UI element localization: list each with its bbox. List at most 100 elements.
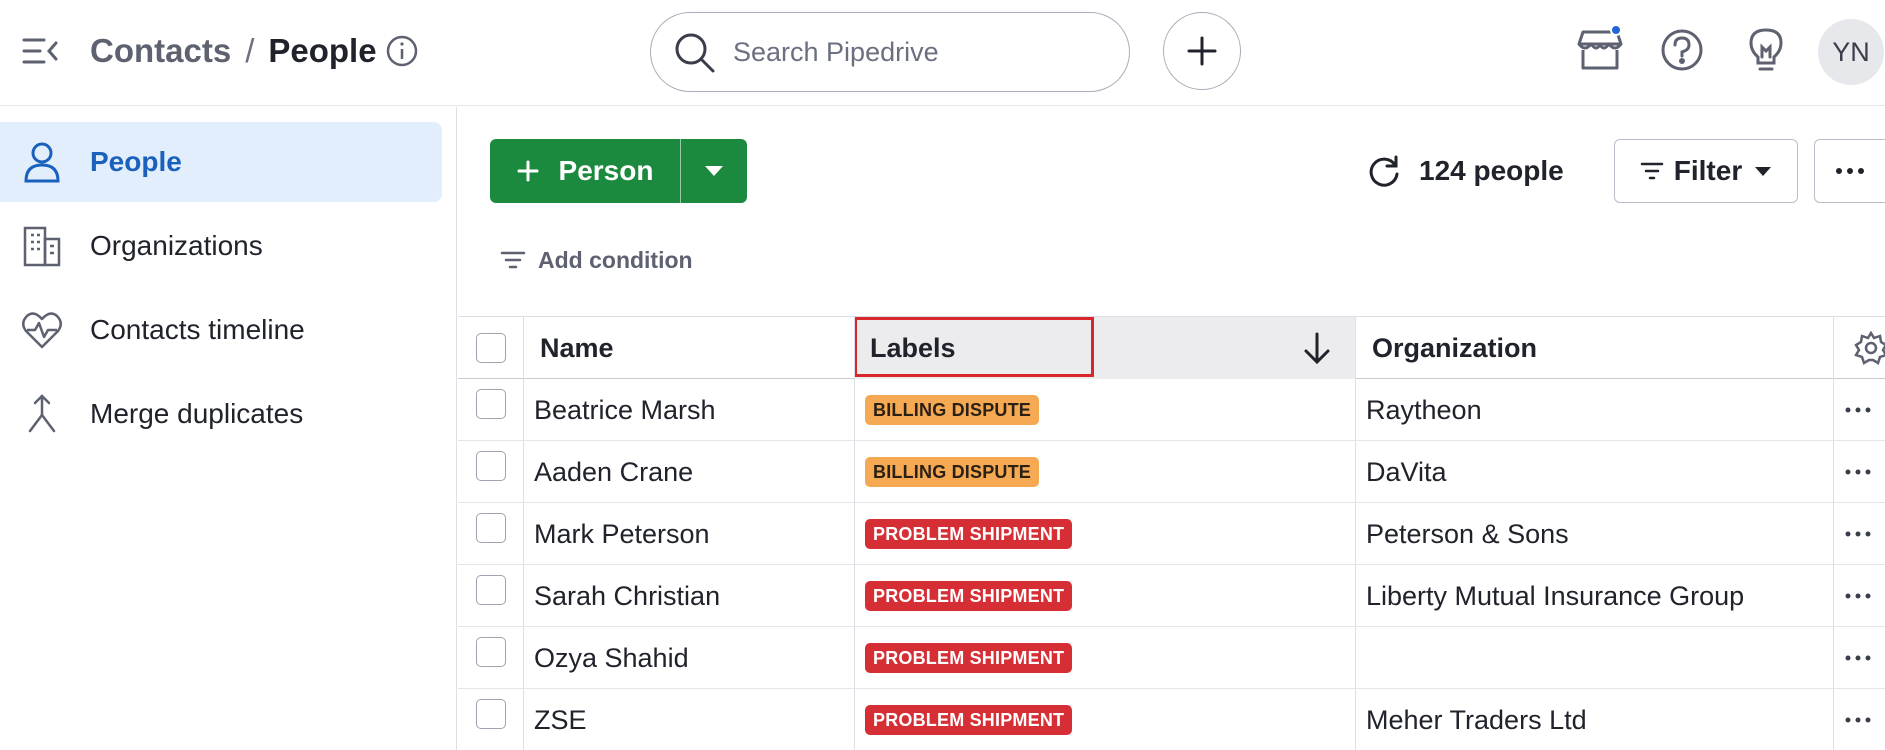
row-ellipsis-icon[interactable] bbox=[1840, 703, 1876, 737]
label-cell: BILLING DISPUTE bbox=[865, 379, 1040, 441]
filter-icon bbox=[500, 250, 526, 270]
info-icon[interactable] bbox=[385, 34, 419, 68]
sidebar-item-contacts-timeline[interactable]: Contacts timeline bbox=[0, 290, 442, 370]
row-ellipsis-icon[interactable] bbox=[1840, 455, 1876, 489]
caret-down-icon bbox=[1754, 166, 1772, 177]
person-name-link[interactable]: Ozya Shahid bbox=[534, 627, 689, 689]
add-person-dropdown-button[interactable] bbox=[681, 139, 747, 203]
plus-icon bbox=[1187, 36, 1217, 66]
sort-descending-icon[interactable] bbox=[1301, 331, 1333, 365]
row-checkbox[interactable] bbox=[476, 637, 506, 667]
label-cell: BILLING DISPUTE bbox=[865, 441, 1040, 503]
top-bar: Contacts / People Search Pipedrive YN bbox=[0, 0, 1885, 106]
merge-icon bbox=[20, 392, 64, 436]
row-checkbox[interactable] bbox=[476, 575, 506, 605]
organization-link[interactable]: Liberty Mutual Insurance Group bbox=[1366, 565, 1744, 627]
organization-link[interactable]: Peterson & Sons bbox=[1366, 503, 1569, 565]
row-ellipsis-icon[interactable] bbox=[1840, 517, 1876, 551]
person-name-link[interactable]: Mark Peterson bbox=[534, 503, 710, 565]
row-checkbox[interactable] bbox=[476, 451, 506, 481]
person-name-link[interactable]: Beatrice Marsh bbox=[534, 379, 716, 441]
search-input[interactable] bbox=[733, 36, 1093, 68]
people-table: Name Labels Organization Beatrice Marsh B… bbox=[458, 316, 1885, 750]
help-button[interactable] bbox=[1654, 22, 1710, 78]
marketplace-button[interactable] bbox=[1572, 22, 1628, 78]
table-row[interactable]: Mark Peterson PROBLEM SHIPMENT Peterson & … bbox=[458, 503, 1885, 565]
table-row[interactable]: Ozya Shahid PROBLEM SHIPMENT bbox=[458, 627, 1885, 689]
person-name-link[interactable]: Aaden Crane bbox=[534, 441, 693, 503]
label-badge: PROBLEM SHIPMENT bbox=[865, 519, 1073, 549]
notification-dot bbox=[1610, 24, 1622, 36]
label-cell: PROBLEM SHIPMENT bbox=[865, 565, 1073, 627]
organization-link[interactable]: DaVita bbox=[1366, 441, 1447, 503]
add-condition-label: Add condition bbox=[538, 246, 693, 273]
table-row[interactable]: ZSE PROBLEM SHIPMENT Meher Traders Ltd bbox=[458, 689, 1885, 750]
organization-link[interactable]: Raytheon bbox=[1366, 379, 1482, 441]
add-person-button-group: Person bbox=[490, 139, 747, 203]
gear-icon[interactable] bbox=[1854, 331, 1885, 365]
tips-button[interactable] bbox=[1738, 22, 1794, 78]
search-box bbox=[650, 12, 1130, 92]
person-name-link[interactable]: ZSE bbox=[534, 689, 587, 750]
label-badge: BILLING DISPUTE bbox=[865, 395, 1040, 425]
heart-pulse-icon bbox=[20, 308, 64, 352]
sidebar-item-label: Contacts timeline bbox=[90, 314, 305, 345]
table-row[interactable]: Sarah Christian PROBLEM SHIPMENT Liberty M… bbox=[458, 565, 1885, 627]
row-checkbox[interactable] bbox=[476, 513, 506, 543]
refresh-icon[interactable] bbox=[1367, 154, 1401, 188]
table-row[interactable]: Aaden Crane BILLING DISPUTE DaVita bbox=[458, 441, 1885, 503]
row-checkbox[interactable] bbox=[476, 699, 506, 729]
search-icon bbox=[671, 29, 717, 75]
sidebar-item-label: Merge duplicates bbox=[90, 398, 304, 429]
label-badge: BILLING DISPUTE bbox=[865, 457, 1040, 487]
breadcrumb-separator: / bbox=[245, 32, 255, 69]
plus-icon bbox=[517, 160, 539, 182]
organization-link[interactable]: Meher Traders Ltd bbox=[1366, 689, 1587, 750]
avatar[interactable]: YN bbox=[1818, 19, 1884, 85]
people-count: 124 people bbox=[1367, 148, 1564, 194]
column-header-label: Organization bbox=[1372, 332, 1538, 363]
lightbulb-icon bbox=[1749, 28, 1783, 71]
sidebar: People Organizations Contacts timeline M… bbox=[0, 107, 457, 750]
column-header-organization[interactable]: Organization bbox=[1372, 317, 1822, 379]
label-badge: PROBLEM SHIPMENT bbox=[865, 643, 1073, 673]
page-title: People bbox=[268, 32, 377, 69]
add-person-label: Person bbox=[558, 155, 654, 186]
breadcrumb-contacts-link[interactable]: Contacts bbox=[90, 32, 231, 70]
breadcrumb: Contacts / People bbox=[90, 28, 419, 74]
label-badge: PROBLEM SHIPMENT bbox=[865, 581, 1073, 611]
select-all-checkbox[interactable] bbox=[476, 333, 506, 363]
sidebar-item-label: People bbox=[90, 146, 182, 177]
person-name-link[interactable]: Sarah Christian bbox=[534, 565, 720, 627]
table-row[interactable]: Beatrice Marsh BILLING DISPUTE Raytheon bbox=[458, 379, 1885, 441]
people-count-label: 124 people bbox=[1419, 155, 1564, 186]
sidebar-item-people[interactable]: People bbox=[0, 122, 442, 202]
add-person-button[interactable]: Person bbox=[490, 139, 681, 203]
caret-down-icon bbox=[705, 166, 723, 176]
row-checkbox[interactable] bbox=[476, 389, 506, 419]
more-actions-button[interactable] bbox=[1814, 139, 1885, 203]
filter-button[interactable]: Filter bbox=[1614, 139, 1798, 203]
quick-add-button[interactable] bbox=[1163, 12, 1241, 90]
column-header-label: Name bbox=[540, 332, 614, 363]
label-cell: PROBLEM SHIPMENT bbox=[865, 627, 1073, 689]
ellipsis-icon bbox=[1836, 168, 1864, 174]
label-cell: PROBLEM SHIPMENT bbox=[865, 689, 1073, 750]
sidebar-item-merge-duplicates[interactable]: Merge duplicates bbox=[0, 374, 442, 454]
column-header-name[interactable]: Name bbox=[540, 317, 854, 379]
label-badge: PROBLEM SHIPMENT bbox=[865, 705, 1073, 735]
collapse-menu-icon[interactable] bbox=[22, 36, 60, 66]
building-icon bbox=[20, 224, 64, 268]
labels-header-highlight bbox=[854, 317, 1094, 377]
help-icon bbox=[1661, 29, 1703, 71]
filter-icon bbox=[1640, 161, 1664, 181]
filter-label: Filter bbox=[1673, 155, 1743, 186]
label-cell: PROBLEM SHIPMENT bbox=[865, 503, 1073, 565]
row-ellipsis-icon[interactable] bbox=[1840, 641, 1876, 675]
sidebar-item-organizations[interactable]: Organizations bbox=[0, 206, 442, 286]
row-ellipsis-icon[interactable] bbox=[1840, 579, 1876, 613]
sidebar-item-label: Organizations bbox=[90, 230, 263, 261]
add-condition-button[interactable]: Add condition bbox=[500, 244, 693, 276]
row-ellipsis-icon[interactable] bbox=[1840, 393, 1876, 427]
table-header: Name Labels Organization bbox=[458, 317, 1885, 379]
